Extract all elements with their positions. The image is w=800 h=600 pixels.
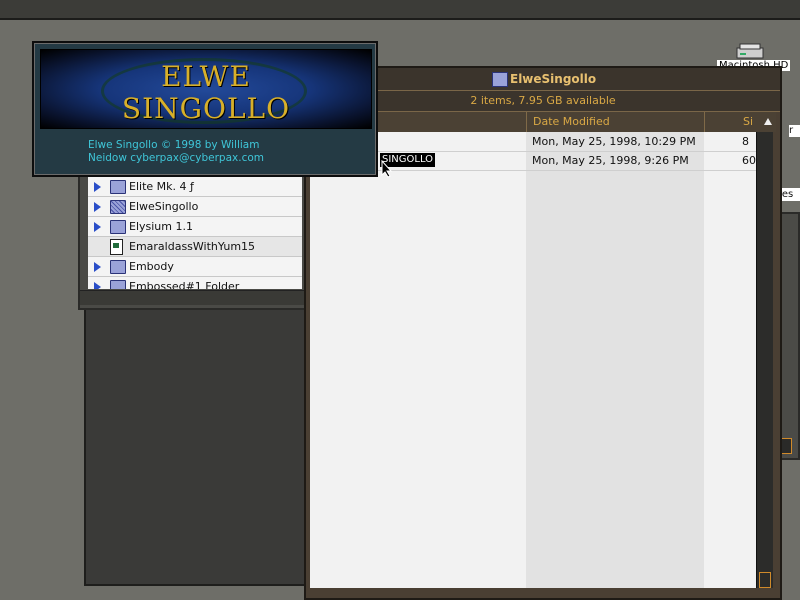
list-item[interactable]: Embody xyxy=(88,257,302,277)
row-date: Mon, May 25, 1998, 10:29 PM xyxy=(532,135,696,148)
window-title: ElweSingollo xyxy=(510,72,597,86)
column-header-size[interactable]: Si xyxy=(704,112,776,132)
credit-line-1: Elwe Singollo © 1998 by William xyxy=(88,139,260,151)
mouse-pointer-icon xyxy=(381,159,393,181)
disclosure-triangle-icon[interactable] xyxy=(94,202,101,212)
about-banner: ELWE SINGOLLO xyxy=(40,49,372,129)
folder-icon xyxy=(110,280,126,289)
item-name: Embossed#1 Folder xyxy=(129,280,240,289)
disclosure-triangle-icon[interactable] xyxy=(94,282,101,289)
sort-direction-icon[interactable] xyxy=(764,118,772,126)
row-size: 60 xyxy=(742,154,756,167)
column-header-bar: Date Modified Si xyxy=(310,112,776,132)
sorted-column-shading xyxy=(526,132,704,588)
credits-text: Elwe Singollo © 1998 by William Neidow c… xyxy=(88,139,338,165)
resize-grip[interactable] xyxy=(759,572,771,588)
file-list[interactable]: Elite Mk. 4 ƒ ElweSingollo Elysium 1.1 E… xyxy=(88,177,302,289)
disclosure-triangle-icon[interactable] xyxy=(94,262,101,272)
banner-title-line2: SINGOLLO xyxy=(121,92,291,125)
list-item[interactable]: Embossed#1 Folder xyxy=(88,277,302,289)
column-header-size-label: Si xyxy=(743,115,754,128)
list-item[interactable]: ElweSingollo xyxy=(88,197,302,217)
menu-bar[interactable] xyxy=(0,0,800,20)
item-name: EmaraldassWithYum15 xyxy=(129,240,256,253)
item-name: Elysium 1.1 xyxy=(129,220,193,233)
background-window-lower[interactable] xyxy=(84,308,306,586)
item-name: Embody xyxy=(129,260,174,273)
folder-icon xyxy=(110,180,126,194)
hard-disk-icon[interactable] xyxy=(736,42,764,60)
row-date: Mon, May 25, 1998, 9:26 PM xyxy=(532,154,689,167)
item-name: Elite Mk. 4 ƒ xyxy=(129,180,194,193)
folder-icon xyxy=(110,200,126,214)
horizontal-scrollbar[interactable] xyxy=(80,290,304,305)
banner-title-line1: ELWE xyxy=(161,60,251,93)
desktop-label-fragment: r xyxy=(789,125,800,137)
folder-icon xyxy=(110,260,126,274)
file-list[interactable]: Mon, May 25, 1998, 10:29 PM 8 SINGOLLO M… xyxy=(310,132,756,588)
column-header-date[interactable]: Date Modified xyxy=(526,112,704,132)
list-item[interactable]: EmaraldassWithYum15 xyxy=(88,237,302,257)
folder-icon xyxy=(492,72,508,87)
folder-icon xyxy=(110,220,126,234)
document-icon xyxy=(110,239,123,255)
credit-line-2: Neidow cyberpax@cyberpax.com xyxy=(88,152,264,164)
row-size: 8 xyxy=(742,135,749,148)
item-name: ElweSingollo xyxy=(129,200,199,213)
list-item[interactable]: Elite Mk. 4 ƒ xyxy=(88,177,302,197)
about-window[interactable]: ELWE SINGOLLO Elwe Singollo © 1998 by Wi… xyxy=(32,41,378,177)
disclosure-triangle-icon[interactable] xyxy=(94,182,101,192)
list-item[interactable]: Elysium 1.1 xyxy=(88,217,302,237)
vertical-scrollbar[interactable] xyxy=(756,132,773,588)
disclosure-triangle-icon[interactable] xyxy=(94,222,101,232)
